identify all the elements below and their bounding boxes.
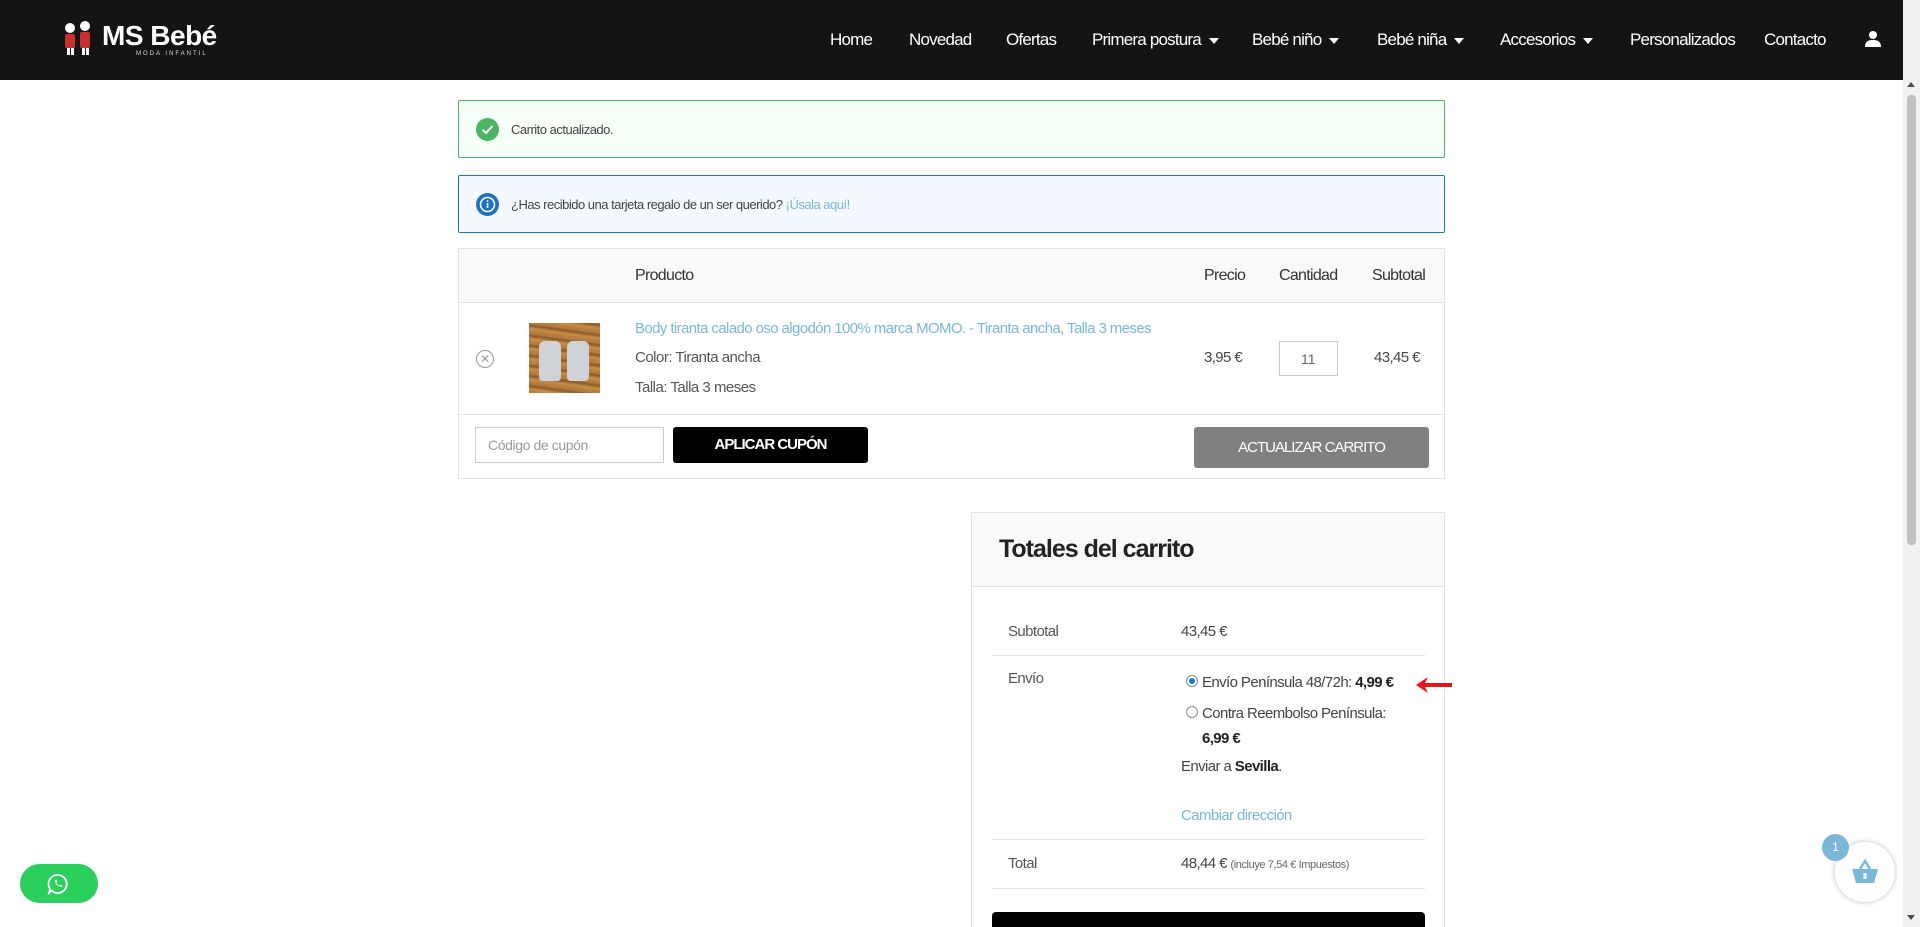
scroll-up-arrow[interactable]	[1907, 82, 1915, 87]
cart-updated-notice: Carrito actualizado.	[458, 100, 1445, 158]
shipping-option-cod-price: 6,99 €	[1202, 730, 1241, 747]
cart-table-header: Producto Precio Cantidad Subtotal	[459, 249, 1444, 303]
ship-to-text: Enviar a	[1181, 758, 1235, 775]
update-cart-button[interactable]: ACTUALIZAR CARRITO	[1194, 427, 1429, 468]
nav-bebe-nina[interactable]: Bebé niña	[1377, 30, 1465, 50]
nav-contacto[interactable]: Contacto	[1764, 30, 1826, 50]
gift-card-notice: ¿Has recibido una tarjeta regalo de un s…	[458, 175, 1445, 233]
checkout-button[interactable]	[992, 912, 1425, 927]
product-thumbnail[interactable]	[529, 323, 600, 393]
nav-home[interactable]: Home	[830, 30, 873, 50]
chevron-down-icon	[1454, 37, 1465, 44]
chevron-down-icon	[1583, 37, 1594, 44]
cart-totals: Totales del carrito Subtotal 43,45 € Env…	[971, 512, 1445, 927]
chevron-down-icon	[1208, 37, 1219, 44]
nav-bebe-nino[interactable]: Bebé niño	[1252, 30, 1340, 50]
subtotal-label: Subtotal	[1008, 623, 1059, 640]
shipping-option-peninsula-label: Envío Península 48/72h:	[1202, 674, 1356, 691]
nav-ofertas[interactable]: Ofertas	[1006, 30, 1057, 50]
shipping-label: Envío	[1008, 670, 1044, 687]
shipping-option-cod-price-value: 6,99 €	[1202, 730, 1241, 747]
user-account-icon[interactable]	[1865, 30, 1881, 48]
header-price: Precio	[1204, 267, 1246, 284]
ship-to-city: Sevilla	[1234, 758, 1279, 775]
scroll-down-arrow[interactable]	[1907, 915, 1915, 920]
shipping-option-peninsula-price: 4,99 €	[1355, 674, 1394, 691]
logo-kids-icon	[65, 21, 90, 55]
header-product: Producto	[635, 267, 694, 284]
shipping-option-cod-radio[interactable]	[1186, 706, 1198, 718]
tax-note: (incluye 7,54 € Impuestos)	[1230, 859, 1350, 871]
divider	[992, 655, 1425, 656]
item-subtotal: 43,45 €	[1374, 349, 1420, 366]
shipping-option-cod-label[interactable]: Contra Reembolso Península:	[1202, 705, 1387, 722]
info-message: ¿Has recibido una tarjeta regalo de un s…	[511, 197, 850, 212]
item-price: 3,95 €	[1204, 349, 1243, 366]
nav-accesorios-label: Accesorios	[1500, 30, 1576, 49]
product-color: Color: Tiranta ancha	[635, 349, 761, 366]
logo-text: MS Bebé	[102, 20, 217, 51]
nav-bebe-nino-label: Bebé niño	[1252, 30, 1322, 49]
header-quantity: Cantidad	[1279, 267, 1338, 284]
cart-table: Producto Precio Cantidad Subtotal ✕ Body…	[458, 248, 1445, 479]
shipping-option-peninsula-radio[interactable]	[1186, 675, 1198, 687]
page-scrollbar[interactable]	[1903, 0, 1920, 927]
nav-accesorios[interactable]: Accesorios	[1500, 30, 1594, 50]
table-row: ✕ Body tiranta calado oso algodón 100% m…	[459, 303, 1444, 415]
whatsapp-button[interactable]	[20, 864, 98, 903]
use-gift-card-link[interactable]: ¡Úsala aquí!	[786, 197, 851, 212]
top-navbar: MS Bebé MODA INFANTIL Home Novedad Ofert…	[0, 0, 1903, 80]
site-logo[interactable]: MS Bebé MODA INFANTIL	[58, 18, 218, 62]
logo-subtitle: MODA INFANTIL	[136, 51, 208, 57]
remove-item-icon[interactable]: ✕	[476, 350, 494, 368]
product-size: Talla: Talla 3 meses	[635, 379, 756, 396]
success-message: Carrito actualizado.	[511, 122, 614, 137]
chevron-down-icon	[1329, 37, 1340, 44]
product-name-link[interactable]: Body tiranta calado oso algodón 100% mar…	[635, 320, 1152, 337]
total-amount: 48,44 €	[1181, 855, 1227, 872]
nav-personalizados[interactable]: Personalizados	[1630, 30, 1736, 50]
whatsapp-icon	[47, 874, 68, 895]
ship-to: Enviar a Sevilla.	[1181, 758, 1282, 775]
cart-totals-title: Totales del carrito	[999, 535, 1194, 563]
info-text: ¿Has recibido una tarjeta regalo de un s…	[511, 197, 786, 212]
nav-primera-postura-label: Primera postura	[1092, 30, 1202, 49]
apply-coupon-button[interactable]: APLICAR CUPÓN	[673, 427, 868, 463]
quantity-input[interactable]: 11	[1279, 341, 1338, 376]
nav-primera-postura[interactable]: Primera postura	[1092, 30, 1219, 50]
total-value: 48,44 € (incluye 7,54 € Impuestos)	[1181, 855, 1349, 872]
coupon-code-input[interactable]: Código de cupón	[475, 427, 664, 463]
red-arrow-annotation-icon	[1416, 677, 1452, 693]
header-subtotal: Subtotal	[1372, 267, 1426, 284]
nav-novedad[interactable]: Novedad	[909, 30, 972, 50]
change-address-link[interactable]: Cambiar dirección	[1181, 807, 1292, 824]
cart-count-badge: 1	[1822, 834, 1849, 861]
scroll-thumb[interactable]	[1907, 95, 1916, 545]
ship-to-dot: .	[1278, 758, 1282, 775]
nav-bebe-nina-label: Bebé niña	[1377, 30, 1447, 49]
cart-totals-header: Totales del carrito	[972, 513, 1444, 587]
shipping-option-peninsula[interactable]: Envío Península 48/72h: 4,99 €	[1202, 674, 1394, 691]
divider	[992, 839, 1425, 840]
total-label: Total	[1008, 855, 1037, 872]
divider	[992, 888, 1425, 889]
subtotal-value: 43,45 €	[1181, 623, 1227, 640]
basket-icon	[1852, 859, 1878, 883]
info-circle-icon	[476, 193, 499, 216]
check-circle-icon	[476, 118, 499, 141]
